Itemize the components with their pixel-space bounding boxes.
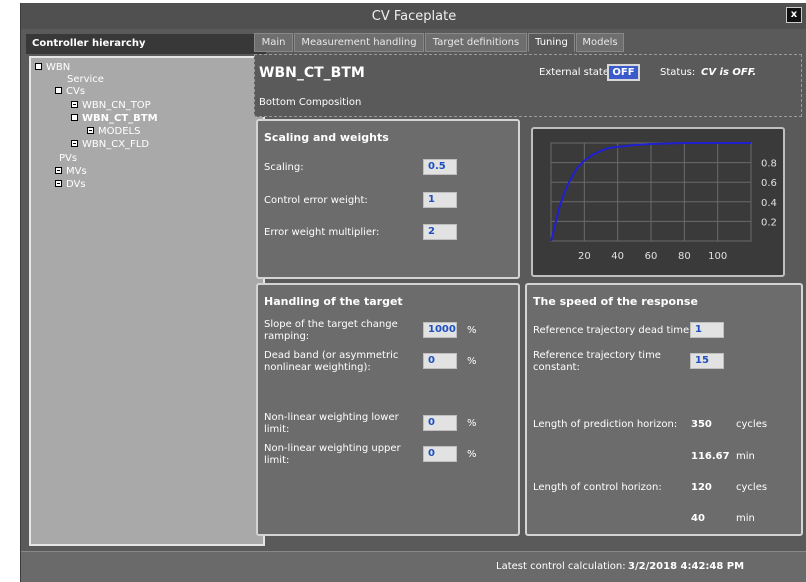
deadband-label: Dead band (or asymmetric nonlinear weigh… <box>264 350 399 373</box>
tree-item-models[interactable]: MODELS <box>87 126 140 138</box>
tree-item-wbn-cx-fld[interactable]: WBN_CX_FLD <box>71 139 149 151</box>
tree-item-wbn-cn-top[interactable]: WBN_CN_TOP <box>71 100 151 112</box>
expand-icon[interactable] <box>71 139 78 147</box>
tree-item-service[interactable]: Service <box>67 74 104 86</box>
control-horizon-cycles: 120 <box>691 482 712 493</box>
expand-icon[interactable] <box>71 100 78 108</box>
tab-measurement-handling[interactable]: Measurement handling <box>294 33 424 52</box>
expand-icon[interactable] <box>55 166 62 174</box>
target-handling-panel: Handling of the target Slope of the targ… <box>256 283 520 536</box>
status-value: CV is OFF. <box>701 67 757 78</box>
cv-description: Bottom Composition <box>259 97 362 108</box>
nl-upper-input[interactable]: 0 <box>423 446 457 462</box>
cv-info-panel: WBN_CT_BTM Bottom Composition External s… <box>254 54 802 117</box>
last-calc-value: 3/2/2018 4:42:48 PM <box>628 561 745 572</box>
response-chart: 20 40 60 80 100 0.2 0.4 0.6 0.8 <box>531 127 785 277</box>
chart-x-tick-label: 40 <box>611 251 624 262</box>
prediction-horizon-cycles-unit: cycles <box>736 419 768 430</box>
expand-icon[interactable] <box>55 179 62 187</box>
tree-item-pvs[interactable]: PVs <box>59 153 77 165</box>
prediction-horizon-minutes-unit: min <box>736 451 755 462</box>
chart-y-tick-label: 0.8 <box>761 159 777 170</box>
tab-models[interactable]: Models <box>576 33 624 52</box>
cv-name: WBN_CT_BTM <box>259 65 365 81</box>
tree-item-wbn-ct-btm[interactable]: WBN_CT_BTM <box>71 113 158 125</box>
chart-x-tick-label: 80 <box>678 251 691 262</box>
external-state-button[interactable]: OFF <box>607 64 640 81</box>
chart-x-tick-label: 100 <box>708 251 727 262</box>
slope-unit: % <box>467 325 477 336</box>
close-button[interactable]: x <box>786 7 802 23</box>
collapse-icon[interactable] <box>35 62 42 70</box>
expand-icon[interactable] <box>87 126 94 134</box>
chart-y-tick-label: 0.6 <box>761 178 777 189</box>
deadband-input[interactable]: 0 <box>423 353 457 369</box>
chart-x-tick-label: 60 <box>645 251 658 262</box>
control-horizon-label: Length of control horizon: <box>533 482 662 493</box>
nl-lower-unit: % <box>467 418 477 429</box>
deadband-unit: % <box>467 356 477 367</box>
chart-y-tick-label: 0.4 <box>761 198 777 209</box>
nl-upper-label: Non-linear weighting upper limit: <box>264 443 401 466</box>
dead-time-input[interactable]: 1 <box>690 322 724 338</box>
response-speed-title: The speed of the response <box>533 295 698 308</box>
control-error-weight-label: Control error weight: <box>264 195 368 206</box>
chart-grid <box>550 142 752 242</box>
nl-lower-input[interactable]: 0 <box>423 415 457 431</box>
chart-y-tick-label: 0.2 <box>761 217 777 228</box>
nl-upper-unit: % <box>467 449 477 460</box>
control-horizon-cycles-unit: cycles <box>736 482 768 493</box>
response-speed-panel: The speed of the response Reference traj… <box>525 283 803 536</box>
dead-time-label: Reference trajectory dead time: <box>533 325 693 336</box>
hierarchy-tree[interactable]: WBN Service CVs WBN_CN_TOP WBN_CT_BTM MO… <box>29 56 265 546</box>
error-weight-multiplier-input[interactable]: 2 <box>423 224 457 240</box>
scaling-input[interactable]: 0.5 <box>423 159 457 175</box>
status-label: Status: <box>660 67 696 78</box>
control-horizon-minutes-unit: min <box>736 513 755 524</box>
title-bar[interactable]: CV Faceplate x <box>21 3 806 29</box>
prediction-horizon-label: Length of prediction horizon: <box>533 419 678 430</box>
error-weight-multiplier-label: Error weight multiplier: <box>264 227 380 238</box>
chart-y-ticks: 0.2 0.4 0.6 0.8 <box>761 159 777 229</box>
tree-item-mvs[interactable]: MVs <box>55 166 87 178</box>
scaling-weights-panel: Scaling and weights Scaling: 0.5 Control… <box>256 119 520 279</box>
tab-tuning[interactable]: Tuning <box>528 33 575 52</box>
cv-faceplate-window: CV Faceplate x Controller hierarchy WBN … <box>20 3 806 582</box>
chart-x-ticks: 20 40 60 80 100 <box>578 251 727 262</box>
scaling-weights-title: Scaling and weights <box>264 131 389 144</box>
control-error-weight-input[interactable]: 1 <box>423 192 457 208</box>
tree-item-cvs[interactable]: CVs <box>55 86 85 98</box>
footer-bar: Latest control calculation: 3/2/2018 4:4… <box>21 551 806 582</box>
scaling-label: Scaling: <box>264 162 304 173</box>
tree-item-wbn[interactable]: WBN <box>35 62 70 74</box>
prediction-horizon-cycles: 350 <box>691 419 712 430</box>
slope-label: Slope of the target change ramping: <box>264 319 398 342</box>
last-calc-label: Latest control calculation: <box>496 561 626 572</box>
time-constant-label: Reference trajectory time constant: <box>533 350 661 373</box>
slope-input[interactable]: 1000 <box>423 322 457 338</box>
external-state-label: External state <box>539 67 609 78</box>
collapse-icon[interactable] <box>71 113 78 121</box>
window-title: CV Faceplate <box>371 9 457 24</box>
hierarchy-header: Controller hierarchy <box>26 34 266 54</box>
time-constant-input[interactable]: 15 <box>690 353 724 369</box>
target-handling-title: Handling of the target <box>264 295 403 308</box>
response-chart-svg: 20 40 60 80 100 0.2 0.4 0.6 0.8 <box>550 142 777 262</box>
collapse-icon[interactable] <box>55 86 62 94</box>
chart-x-tick-label: 20 <box>578 251 591 262</box>
tree-item-dvs[interactable]: DVs <box>55 179 86 191</box>
tab-main[interactable]: Main <box>254 33 293 52</box>
prediction-horizon-minutes: 116.67 <box>691 451 730 462</box>
control-horizon-minutes: 40 <box>691 513 705 524</box>
tab-target-definitions[interactable]: Target definitions <box>425 33 527 52</box>
nl-lower-label: Non-linear weighting lower limit: <box>264 412 399 435</box>
